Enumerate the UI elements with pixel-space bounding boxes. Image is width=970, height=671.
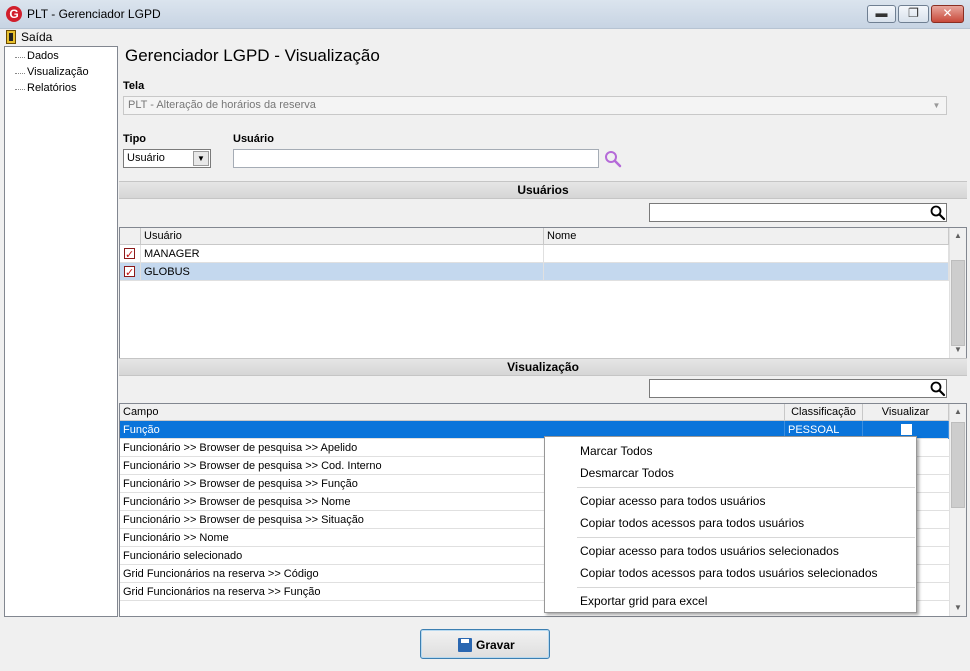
menu-item-exportar-excel[interactable]: Exportar grid para excel — [580, 594, 707, 608]
app-logo-icon: G — [6, 6, 22, 22]
scroll-thumb[interactable] — [951, 260, 965, 346]
window-title: PLT - Gerenciador LGPD — [27, 7, 161, 21]
menu-item-copiar-todos-acessos-selecionados[interactable]: Copiar todos acessos para todos usuários… — [580, 566, 878, 580]
scroll-down-icon[interactable]: ▼ — [950, 342, 966, 358]
tree-item-visualizacao[interactable]: Visualização — [13, 66, 89, 78]
column-header-campo[interactable]: Campo — [120, 404, 785, 421]
checkbox-icon[interactable] — [901, 424, 912, 435]
search-icon[interactable] — [603, 149, 623, 168]
floppy-save-icon — [458, 638, 472, 652]
tree-item-dados[interactable]: Dados — [13, 50, 59, 62]
menu-separator — [577, 537, 915, 538]
users-section-header: Usuários — [119, 181, 967, 199]
table-row[interactable]: GLOBUS — [120, 263, 949, 282]
tipo-label: Tipo — [123, 133, 147, 145]
save-button-label: Gravar — [476, 638, 515, 652]
column-header-check — [120, 228, 141, 245]
view-section-header: Visualização — [119, 358, 967, 376]
column-header-classificacao[interactable]: Classificação — [785, 404, 863, 421]
users-grid: Usuário Nome MANAGER GLOBUS ▲ ▼ — [119, 227, 967, 359]
magnifier-icon[interactable] — [929, 380, 947, 397]
scroll-down-icon[interactable]: ▼ — [950, 600, 966, 616]
scroll-up-icon[interactable]: ▲ — [950, 228, 966, 244]
save-button[interactable]: Gravar — [420, 629, 550, 659]
users-filter-input[interactable] — [649, 203, 947, 222]
view-filter-input[interactable] — [649, 379, 947, 398]
cell-nome — [544, 245, 949, 263]
tela-label: Tela — [123, 80, 145, 92]
column-header-visualizar[interactable]: Visualizar — [863, 404, 949, 421]
menu-item-copiar-acesso-selecionados[interactable]: Copiar acesso para todos usuários seleci… — [580, 544, 839, 558]
exit-door-icon[interactable] — [6, 30, 16, 44]
column-header-usuario[interactable]: Usuário — [141, 228, 544, 245]
users-scrollbar[interactable]: ▲ ▼ — [949, 228, 966, 358]
menu-bar: Saída — [0, 29, 970, 45]
menu-item-copiar-todos-acessos-todos[interactable]: Copiar todos acessos para todos usuários — [580, 516, 804, 530]
scroll-up-icon[interactable]: ▲ — [950, 404, 966, 420]
magnifier-icon[interactable] — [929, 204, 947, 221]
column-header-nome[interactable]: Nome — [544, 228, 949, 245]
chevron-down-icon[interactable]: ▼ — [928, 98, 945, 113]
menu-item-desmarcar-todos[interactable]: Desmarcar Todos — [580, 466, 674, 480]
maximize-button[interactable]: ❐ — [898, 5, 929, 23]
cell-usuario: MANAGER — [141, 245, 544, 263]
tree-item-relatorios[interactable]: Relatórios — [13, 82, 77, 94]
checkbox-icon[interactable] — [124, 264, 135, 282]
minimize-button[interactable]: ▬ — [867, 5, 896, 23]
usuario-label: Usuário — [233, 133, 274, 145]
cell-usuario: GLOBUS — [141, 263, 544, 281]
menu-separator — [577, 487, 915, 488]
table-row[interactable]: MANAGER — [120, 245, 949, 264]
menu-exit[interactable]: Saída — [21, 30, 52, 44]
cell-nome — [544, 263, 949, 281]
view-scrollbar[interactable]: ▲ ▼ — [949, 404, 966, 616]
usuario-input[interactable] — [233, 149, 599, 168]
checkbox-icon[interactable] — [124, 246, 135, 264]
menu-separator — [577, 587, 915, 588]
chevron-down-icon[interactable]: ▼ — [193, 151, 209, 166]
title-bar: G PLT - Gerenciador LGPD ▬ ❐ ✕ — [0, 0, 970, 29]
menu-item-marcar-todos[interactable]: Marcar Todos — [580, 444, 652, 458]
tela-select[interactable]: PLT - Alteração de horários da reserva — [123, 96, 947, 115]
context-menu: Marcar Todos Desmarcar Todos Copiar aces… — [544, 436, 917, 613]
close-button[interactable]: ✕ — [931, 5, 964, 23]
menu-item-copiar-acesso-todos[interactable]: Copiar acesso para todos usuários — [580, 494, 765, 508]
navigation-tree: Dados Visualização Relatórios — [4, 46, 118, 617]
page-title: Gerenciador LGPD - Visualização — [125, 46, 380, 65]
scroll-thumb[interactable] — [951, 422, 965, 508]
